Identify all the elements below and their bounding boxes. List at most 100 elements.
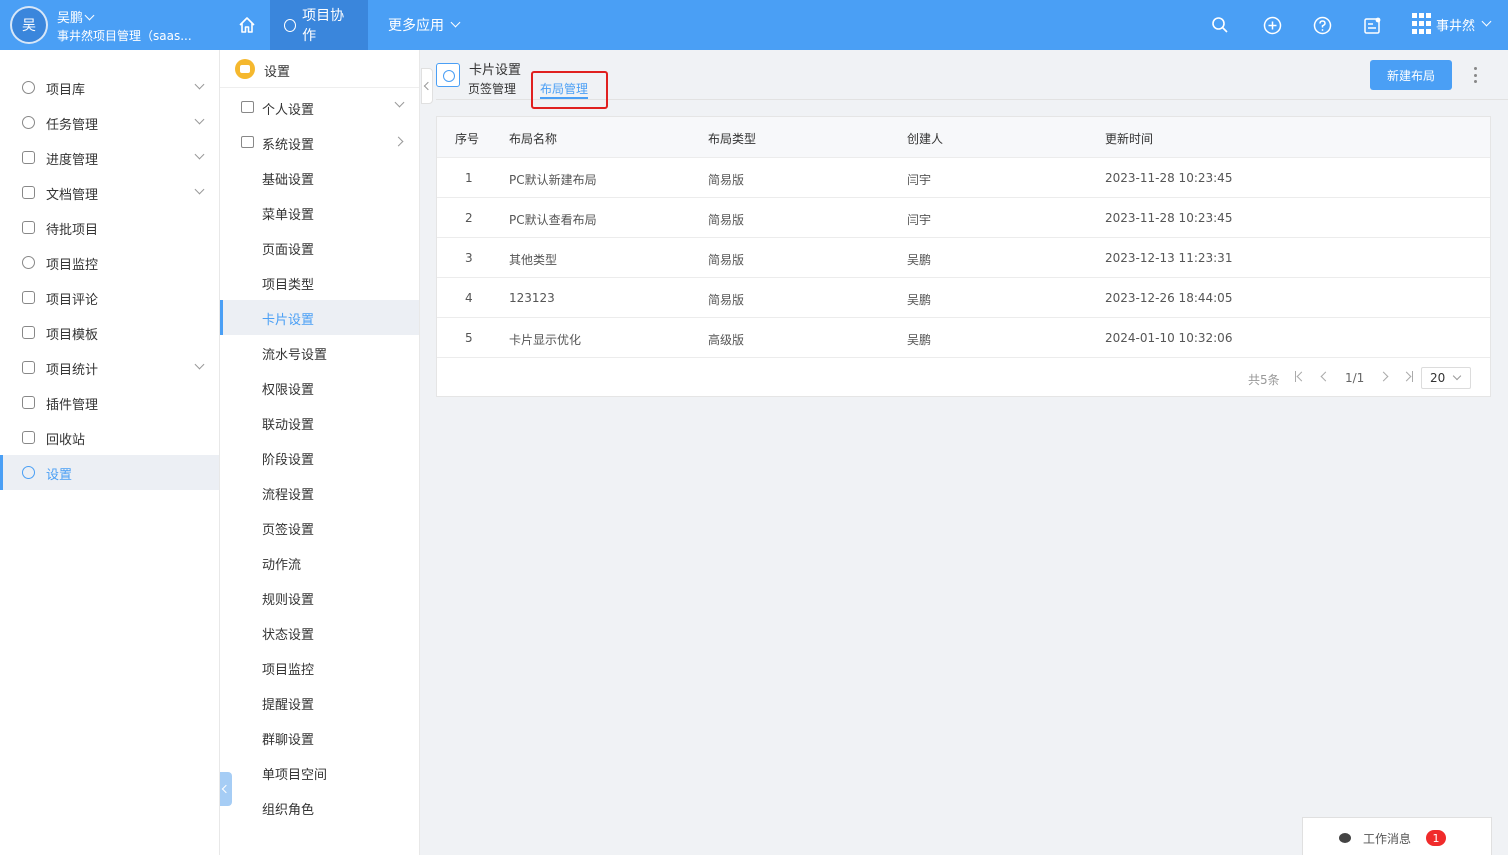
subnav-item-tab-settings[interactable]: 页签设置 [220,510,419,545]
subnav-item-label: 菜单设置 [262,208,315,223]
subnav-item-status-settings[interactable]: 状态设置 [220,615,419,650]
layout-name[interactable]: PC默认查看布局 [509,211,597,228]
highlight-box [531,71,608,109]
collapse-subnav-handle[interactable] [421,68,433,104]
subnav-item-action-flow[interactable]: 动作流 [220,545,419,580]
layout-name[interactable]: 123123 [509,291,555,305]
last-page-icon[interactable] [1401,371,1412,382]
subnav-group-personal-settings[interactable]: 个人设置 [220,90,419,125]
subnav-item-basic-settings[interactable]: 基础设置 [220,160,419,195]
sidebar-item-plugin-management[interactable]: 插件管理 [0,385,219,420]
home-icon [239,17,255,33]
tab-label: 更多应用 [388,18,444,34]
sidebar-item-label: 设置 [46,468,73,483]
help-button[interactable] [1312,15,1332,35]
work-message-button[interactable]: 工作消息 1 [1302,817,1492,855]
chevron-down-icon [84,10,95,21]
first-page-icon[interactable] [1296,371,1307,382]
subnav-item-single-project-space[interactable]: 单项目空间 [220,755,419,790]
subnav-item-label: 项目监控 [262,663,315,678]
column-header: 布局类型 [708,132,757,146]
card-settings-icon [436,63,460,87]
home-button[interactable] [224,0,270,50]
compass-icon [284,18,297,32]
creator: 吴鹏 [907,253,932,267]
column-header: 布局名称 [509,132,558,146]
sidebar-item-project-stats[interactable]: 项目统计 [0,350,219,385]
user-menu[interactable]: 吴鹏 [57,7,95,26]
sidebar-item-document-management[interactable]: 文档管理 [0,175,219,210]
tab-more-apps[interactable]: 更多应用 [374,0,473,50]
tab-project-collab[interactable]: 项目协作 [270,0,368,50]
more-options-button[interactable] [1472,67,1478,83]
next-page-icon[interactable] [1378,371,1389,382]
subnav-item-reminder-settings[interactable]: 提醒设置 [220,685,419,720]
subnav-item-label: 页面设置 [262,243,315,258]
page-size-select[interactable]: 20 [1421,367,1471,389]
layout-name[interactable]: 卡片显示优化 [509,331,581,348]
prev-page-icon[interactable] [1320,371,1331,382]
sidebar-item-project-monitor[interactable]: 项目监控 [0,245,219,280]
avatar[interactable]: 吴 [10,6,48,44]
table-row[interactable]: 5 卡片显示优化 高级版 吴鹏 2024-01-10 10:32:06 [437,318,1490,358]
progress-icon [22,151,35,164]
subnav-item-stage-settings[interactable]: 阶段设置 [220,440,419,475]
layout-type: 简易版 [708,213,745,227]
brand-switcher[interactable]: 事井然 [1412,13,1492,35]
subnav-item-card-settings[interactable]: 卡片设置 [220,300,419,335]
subnav-item-label: 卡片设置 [262,313,315,328]
subnav-item-label: 流程设置 [262,488,315,503]
add-button[interactable] [1262,15,1282,35]
subnav-item-process-settings[interactable]: 流程设置 [220,475,419,510]
search-icon [1212,17,1228,33]
sidebar-item-settings[interactable]: 设置 [0,455,219,490]
subnav-item-permission-settings[interactable]: 权限设置 [220,370,419,405]
chevron-down-icon [1452,371,1462,381]
help-icon [1313,16,1331,34]
sidebar-item-label: 插件管理 [46,398,99,413]
table-row[interactable]: 3 其他类型 简易版 吴鹏 2023-12-13 11:23:31 [437,238,1490,278]
table-row[interactable]: 4 123123 简易版 吴鹏 2023-12-26 18:44:05 [437,278,1490,318]
monitor-icon [22,256,35,269]
subnav-item-label: 提醒设置 [262,698,315,713]
subnav-item-group-chat-settings[interactable]: 群聊设置 [220,720,419,755]
subnav-item-serial-settings[interactable]: 流水号设置 [220,335,419,370]
tab-tab-management[interactable]: 页签管理 [468,80,516,97]
sidebar-item-task-management[interactable]: 任务管理 [0,105,219,140]
subnav-item-page-settings[interactable]: 页面设置 [220,230,419,265]
subnav-item-label: 个人设置 [262,103,315,118]
table-row[interactable]: 1 PC默认新建布局 简易版 闫宇 2023-11-28 10:23:45 [437,158,1490,198]
subnav-group-system-settings[interactable]: 系统设置 [220,125,419,160]
settings-icon [22,466,35,479]
sidebar-item-project-library[interactable]: 项目库 [0,70,219,105]
sidebar-item-pending-projects[interactable]: 待批项目 [0,210,219,245]
column-header: 创建人 [907,132,944,146]
layout-name[interactable]: PC默认新建布局 [509,171,597,188]
org-name[interactable]: 事井然项目管理（saas... [57,27,207,44]
chevron-down-icon [394,97,405,108]
subnav-item-label: 基础设置 [262,173,315,188]
system-icon [241,136,254,148]
search-button[interactable] [1210,15,1230,35]
sidebar-item-project-templates[interactable]: 项目模板 [0,315,219,350]
subnav-item-project-monitor[interactable]: 项目监控 [220,650,419,685]
layout-name[interactable]: 其他类型 [509,251,557,268]
top-bar: 吴 吴鹏 事井然项目管理（saas... 项目协作 更多应用 事井然 [0,0,1508,50]
settings-folder-icon [235,59,255,79]
last-page-bar [1412,371,1413,382]
message-board-button[interactable] [1362,15,1382,35]
subnav-item-rule-settings[interactable]: 规则设置 [220,580,419,615]
subnav-item-org-roles[interactable]: 组织角色 [220,790,419,825]
sidebar-item-project-comments[interactable]: 项目评论 [0,280,219,315]
sidebar-item-label: 项目统计 [46,363,99,378]
new-layout-button[interactable]: 新建布局 [1370,60,1452,90]
sidebar-item-recycle-bin[interactable]: 回收站 [0,420,219,455]
chevron-down-icon [450,17,461,27]
collapse-sidebar-handle[interactable] [220,772,232,806]
subnav-item-menu-settings[interactable]: 菜单设置 [220,195,419,230]
sidebar-item-progress-management[interactable]: 进度管理 [0,140,219,175]
plus-circle-icon [1263,16,1281,34]
table-row[interactable]: 2 PC默认查看布局 简易版 闫宇 2023-11-28 10:23:45 [437,198,1490,238]
subnav-item-linkage-settings[interactable]: 联动设置 [220,405,419,440]
subnav-item-project-types[interactable]: 项目类型 [220,265,419,300]
